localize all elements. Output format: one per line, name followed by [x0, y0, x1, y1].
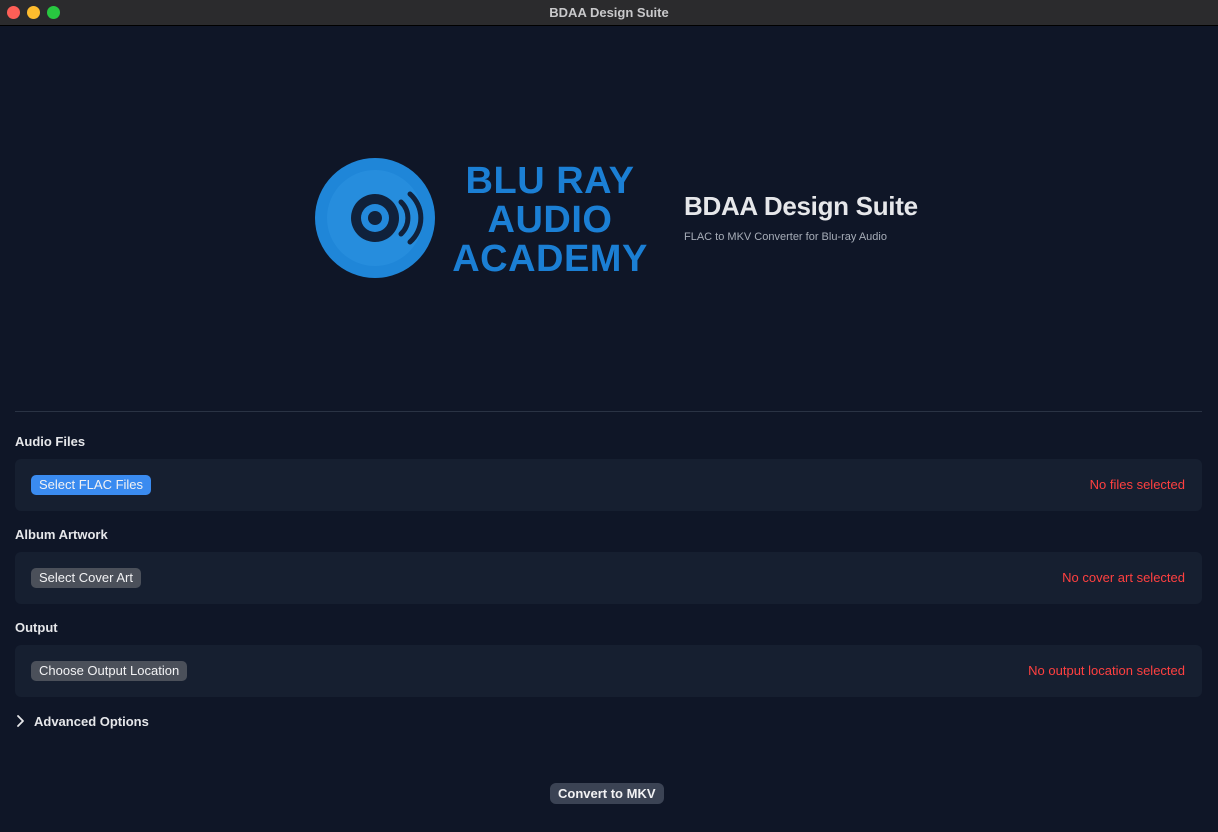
window-title: BDAA Design Suite: [549, 5, 669, 20]
logo-wordmark: BLU RAY AUDIO ACADEMY: [450, 162, 650, 279]
disc-logo-icon: [315, 158, 435, 278]
chevron-right-icon: [17, 715, 24, 727]
app-window: BDAA Design Suite BLU RAY AUDIO ACADEMY …: [0, 0, 1218, 832]
output-location-status: No output location selected: [1028, 663, 1185, 678]
audio-files-label: Audio Files: [15, 434, 86, 449]
title-bar: BDAA Design Suite: [0, 0, 1218, 26]
select-cover-art-button[interactable]: Select Cover Art: [31, 568, 141, 588]
header-divider: [15, 411, 1202, 412]
advanced-options-label: Advanced Options: [34, 713, 149, 729]
cover-art-status: No cover art selected: [1062, 570, 1185, 585]
advanced-options-toggle[interactable]: Advanced Options: [15, 712, 149, 730]
logo-line: ACADEMY: [452, 238, 648, 280]
album-artwork-label: Album Artwork: [15, 527, 108, 542]
audio-files-panel: Select FLAC Files No files selected: [15, 459, 1202, 511]
output-panel: Choose Output Location No output locatio…: [15, 645, 1202, 697]
app-title: BDAA Design Suite: [684, 191, 918, 221]
select-flac-files-button[interactable]: Select FLAC Files: [31, 475, 152, 495]
audio-files-status: No files selected: [1089, 477, 1185, 492]
choose-output-location-button[interactable]: Choose Output Location: [31, 661, 188, 681]
album-artwork-panel: Select Cover Art No cover art selected: [15, 552, 1202, 604]
logo-line: AUDIO: [487, 199, 613, 241]
logo-line: BLU RAY: [465, 160, 635, 202]
convert-to-mkv-button[interactable]: Convert to MKV: [550, 783, 664, 804]
output-label: Output: [15, 620, 58, 635]
app-subtitle: FLAC to MKV Converter for Blu-ray Audio: [684, 231, 887, 243]
